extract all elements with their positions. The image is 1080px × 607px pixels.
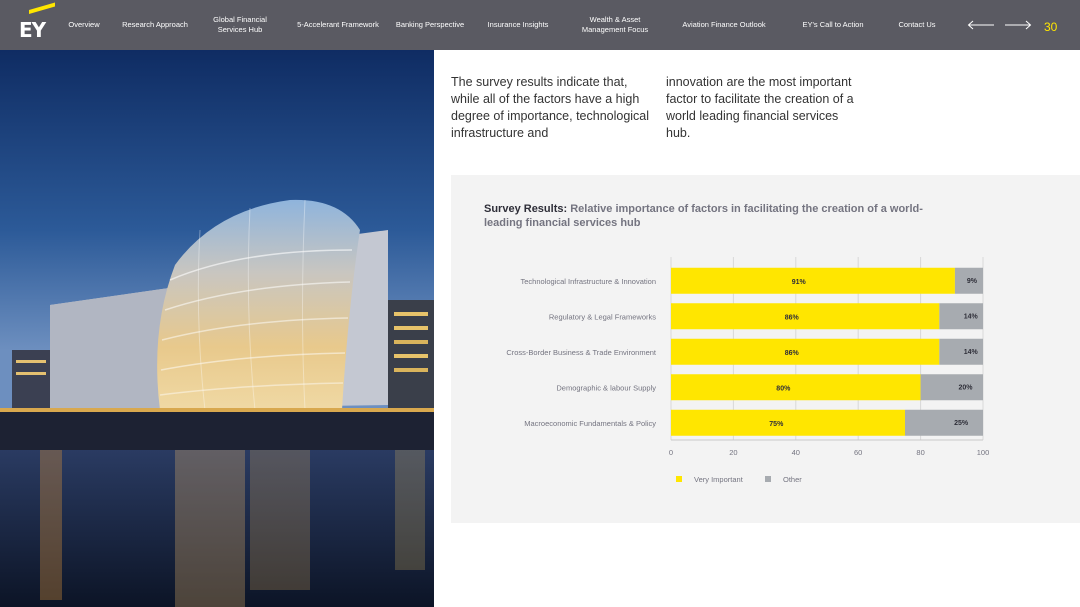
- nav-item-banking-perspective[interactable]: Banking Perspective: [392, 0, 468, 50]
- category-label: Cross-Border Business & Trade Environmen…: [506, 348, 657, 357]
- category-label: Macroeconomic Fundamentals & Policy: [524, 419, 656, 428]
- legend-swatch: [676, 476, 682, 482]
- chart-panel: Survey Results: Relative importance of f…: [451, 175, 1080, 523]
- bar-other[interactable]: [920, 374, 983, 401]
- data-label: 9%: [967, 278, 978, 285]
- bar-very-important[interactable]: [671, 267, 955, 294]
- legend-label: Very Important: [694, 475, 744, 484]
- category-label: Regulatory & Legal Frameworks: [549, 312, 656, 321]
- nav-item-insurance-insights[interactable]: Insurance Insights: [482, 0, 554, 50]
- bar-very-important[interactable]: [671, 303, 940, 330]
- x-tick-label: 80: [916, 448, 924, 457]
- data-label: 86%: [785, 314, 800, 321]
- nav-item-global-financial-services-hub[interactable]: Global Financial Services Hub: [206, 0, 274, 50]
- data-label: 20%: [959, 384, 974, 391]
- nav-item-research-approach[interactable]: Research Approach: [118, 0, 192, 50]
- logo-beam: [29, 2, 55, 14]
- bar-very-important[interactable]: [671, 409, 905, 436]
- x-tick-label: 60: [854, 448, 862, 457]
- bar-very-important[interactable]: [671, 338, 940, 365]
- intro-text-column-2: innovation are the most important factor…: [666, 75, 854, 140]
- category-label: Technological Infrastructure & Innovatio…: [521, 277, 657, 286]
- data-label: 91%: [792, 279, 807, 286]
- legend-swatch: [765, 476, 771, 482]
- x-tick-label: 100: [977, 448, 990, 457]
- bar-very-important[interactable]: [671, 374, 921, 401]
- nav-item-wealth-asset-management[interactable]: Wealth & Asset Management Focus: [574, 0, 656, 50]
- intro-text-column-1: The survey results indicate that, while …: [451, 75, 650, 140]
- nav-item-eys-call-to-action[interactable]: EY's Call to Action: [796, 0, 870, 50]
- x-tick-label: 40: [792, 448, 800, 457]
- x-tick-label: 20: [729, 448, 737, 457]
- nav-item-contact-us[interactable]: Contact Us: [893, 0, 941, 50]
- stacked-bar-chart: Technological Infrastructure & Innovatio…: [506, 257, 990, 484]
- data-label: 14%: [964, 313, 979, 320]
- data-label: 25%: [954, 420, 969, 427]
- page-number: 30: [1044, 20, 1058, 34]
- legend-label: Other: [783, 475, 802, 484]
- logo-text: EY: [19, 18, 46, 42]
- hero-photo: [0, 50, 434, 607]
- nav-item-aviation-finance-outlook[interactable]: Aviation Finance Outlook: [676, 0, 772, 50]
- category-label: Demographic & labour Supply: [556, 383, 656, 392]
- top-nav: EY Overview Research Approach Global Fin…: [0, 0, 1080, 50]
- nav-item-overview[interactable]: Overview: [64, 0, 104, 50]
- arrow-right-icon[interactable]: [1004, 19, 1032, 31]
- nav-item-5-accelerant-framework[interactable]: 5-Accelerant Framework: [292, 0, 384, 50]
- bar-other[interactable]: [905, 409, 983, 436]
- data-label: 14%: [964, 349, 979, 356]
- x-tick-label: 0: [669, 448, 673, 457]
- data-label: 75%: [769, 421, 784, 428]
- arrow-left-icon[interactable]: [967, 19, 995, 31]
- data-label: 86%: [785, 350, 800, 357]
- ey-logo[interactable]: EY: [19, 2, 55, 43]
- data-label: 80%: [776, 385, 791, 392]
